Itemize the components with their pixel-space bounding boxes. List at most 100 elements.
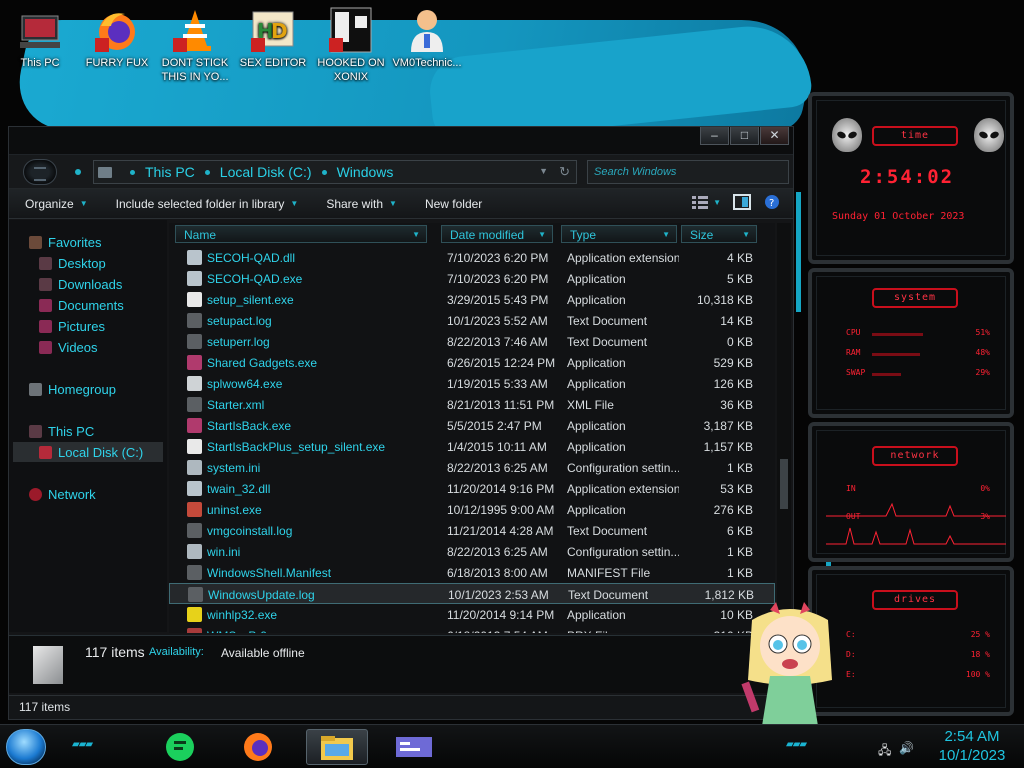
maximize-button[interactable]: □ (730, 127, 759, 145)
close-button[interactable]: ✕ (760, 127, 789, 145)
nav-documents[interactable]: Documents (39, 295, 124, 315)
share-with-menu[interactable]: Share with ▼ (310, 197, 409, 211)
file-row[interactable]: SECOH-QAD.exe 7/10/2023 6:20 PM Applicatio… (169, 268, 775, 289)
back-forward-button[interactable] (23, 159, 57, 185)
file-size: 6 KB (726, 524, 753, 538)
column-date-modified[interactable]: Date modified ▼ (441, 225, 553, 243)
scrollbar-thumb[interactable] (780, 459, 788, 509)
nav-pictures[interactable]: Pictures (39, 316, 105, 336)
nav-label: Local Disk (C:) (58, 444, 144, 460)
breadcrumb-this-pc[interactable]: This PC (145, 164, 195, 180)
taskbar-app-firefox[interactable] (228, 729, 290, 765)
file-type: XML File (567, 398, 614, 412)
file-row[interactable]: setuperr.log 8/22/2013 7:46 AM Text Docume… (169, 331, 775, 352)
help-icon[interactable]: ? (763, 194, 781, 210)
breadcrumb-separator-icon[interactable] (321, 169, 327, 175)
file-row[interactable]: Starter.xml 8/21/2013 11:51 PM XML File 36 … (169, 394, 775, 415)
breadcrumb-windows[interactable]: Windows (337, 164, 394, 180)
taskbar-time: 2:54 AM (944, 728, 1000, 745)
volume-icon[interactable]: 🔊 (899, 741, 914, 762)
drive-row-e: E: 100 % (846, 670, 990, 682)
time-gadget[interactable]: time 2:54:02 Sunday 01 October 2023 (808, 92, 1014, 264)
nav-desktop[interactable]: Desktop (39, 253, 106, 273)
taskbar-app-control-panel[interactable] (384, 729, 446, 765)
file-row[interactable]: system.ini 8/22/2013 6:25 AM Configuration… (169, 457, 775, 478)
desktop-icon-this-pc[interactable]: This PC (0, 6, 80, 70)
file-size: 1,157 KB (703, 440, 753, 454)
organize-menu[interactable]: Organize ▼ (9, 197, 100, 211)
file-date-modified: 8/22/2013 6:25 AM (447, 461, 548, 475)
search-input[interactable]: Search Windows (587, 160, 789, 184)
drive-row-label: C: (846, 630, 856, 639)
file-row[interactable]: splwow64.exe 1/19/2015 5:33 AM Application… (169, 373, 775, 394)
folder-icon (98, 166, 112, 178)
file-row[interactable]: StartIsBack.exe 5/5/2015 2:47 PM Applicati… (169, 415, 775, 436)
desktop-icon-hxd[interactable]: HD SEX EDITOR (233, 6, 313, 70)
system-row-ram: RAM 48% (846, 348, 990, 360)
refresh-icon[interactable]: ↻ (559, 164, 570, 180)
availability-value: Available offline (221, 646, 305, 660)
file-size: 1 KB (726, 566, 753, 580)
vlc-cone-icon (171, 6, 219, 54)
system-gadget[interactable]: system CPU 51% RAM 48% SWAP 29% (808, 268, 1014, 418)
chevron-down-icon[interactable]: ▼ (713, 198, 721, 207)
breadcrumb-separator-icon[interactable] (130, 169, 135, 175)
file-type: Application extension (567, 251, 679, 265)
chevron-down-icon: ▼ (79, 199, 88, 208)
file-row[interactable]: win.ini 8/22/2013 6:25 AM Configuration se… (169, 541, 775, 562)
taskbar-app-messages[interactable] (150, 729, 212, 765)
taskbar-app-file-explorer[interactable] (306, 729, 368, 765)
installer-box-icon (187, 355, 202, 370)
nav-favorites[interactable]: Favorites (29, 232, 101, 252)
column-size[interactable]: Size ▼ (681, 225, 757, 243)
nav-downloads[interactable]: Downloads (39, 274, 122, 294)
network-gadget[interactable]: network IN 0% OUT 3% (808, 422, 1014, 562)
network-row-in: IN 0% (846, 484, 990, 496)
desktop-icon-vlc[interactable]: DONT STICK THIS IN YO... (155, 6, 235, 84)
desktop-icon-vm0technic[interactable]: VM0Technic... (387, 6, 467, 70)
minimize-button[interactable]: – (700, 127, 729, 145)
column-type[interactable]: Type ▼ (561, 225, 677, 243)
file-row[interactable]: uninst.exe 10/12/1995 9:00 AM Application 2… (169, 499, 775, 520)
nav-this-pc[interactable]: This PC (29, 421, 94, 441)
taskbar-clock[interactable]: 2:54 AM 10/1/2023 (930, 727, 1014, 765)
column-name[interactable]: Name ▼ (175, 225, 427, 243)
breadcrumb-separator-icon[interactable] (204, 169, 210, 175)
file-name: splwow64.exe (207, 377, 283, 391)
desktop-icon-firefox[interactable]: FURRY FUX (77, 6, 157, 70)
file-row[interactable]: setup_silent.exe 3/29/2015 5:43 PM Applica… (169, 289, 775, 310)
address-bar[interactable]: This PC Local Disk (C:) Windows ▼ ↻ (93, 160, 577, 184)
nav-homegroup[interactable]: Homegroup (29, 379, 116, 399)
file-row[interactable]: setupact.log 10/1/2023 5:52 AM Text Docume… (169, 310, 775, 331)
file-row[interactable]: StartIsBackPlus_setup_silent.exe 1/4/2015… (169, 436, 775, 457)
breadcrumb-local-disk[interactable]: Local Disk (C:) (220, 164, 312, 180)
nav-videos[interactable]: Videos (39, 337, 98, 357)
window-title-bar[interactable]: – □ ✕ (9, 127, 793, 155)
file-row[interactable]: winhlp32.exe 11/20/2014 9:14 PM Applicatio… (169, 604, 775, 625)
file-row[interactable]: WindowsUpdate.log 10/1/2023 2:53 AM Text D… (169, 583, 775, 604)
preview-pane-icon[interactable] (733, 194, 751, 210)
new-folder-button[interactable]: New folder (409, 197, 494, 211)
chevron-down-icon[interactable]: ▼ (539, 166, 548, 176)
desktop-icon-xonix[interactable]: HOOKED ON XONIX (311, 6, 391, 84)
nav-local-disk[interactable]: Local Disk (C:) (13, 442, 163, 462)
include-in-library-menu[interactable]: Include selected folder in library ▼ (100, 197, 311, 211)
nav-network[interactable]: Network (29, 484, 96, 504)
ini-file-icon (187, 544, 202, 559)
file-row[interactable]: Shared Gadgets.exe 6/26/2015 12:24 PM Appl… (169, 352, 775, 373)
file-row[interactable]: WindowsShell.Manifest 6/18/2013 8:00 AM MA… (169, 562, 775, 583)
gadget-title: drives (872, 590, 958, 610)
videos-icon (39, 340, 52, 354)
file-row[interactable]: vmgcoinstall.log 11/21/2014 4:28 AM Text D… (169, 520, 775, 541)
start-button[interactable] (6, 729, 46, 765)
file-row[interactable]: SECOH-QAD.dll 7/10/2023 6:20 PM Applicatio… (169, 247, 775, 268)
system-row-cpu: CPU 51% (846, 328, 990, 340)
file-row[interactable]: twain_32.dll 11/20/2014 9:16 PM Applicatio… (169, 478, 775, 499)
recent-locations-dot-icon[interactable] (75, 169, 81, 175)
view-options-icon[interactable] (691, 194, 709, 210)
network-tray-icon[interactable]: 🖧 (878, 741, 891, 762)
vertical-scrollbar[interactable] (777, 223, 791, 633)
chevron-down-icon: ▼ (290, 199, 299, 208)
file-row[interactable]: WMSysPr9.prx6/18/2013 7:54 AMPRX File310… (169, 625, 775, 633)
file-type: Application (567, 356, 626, 370)
